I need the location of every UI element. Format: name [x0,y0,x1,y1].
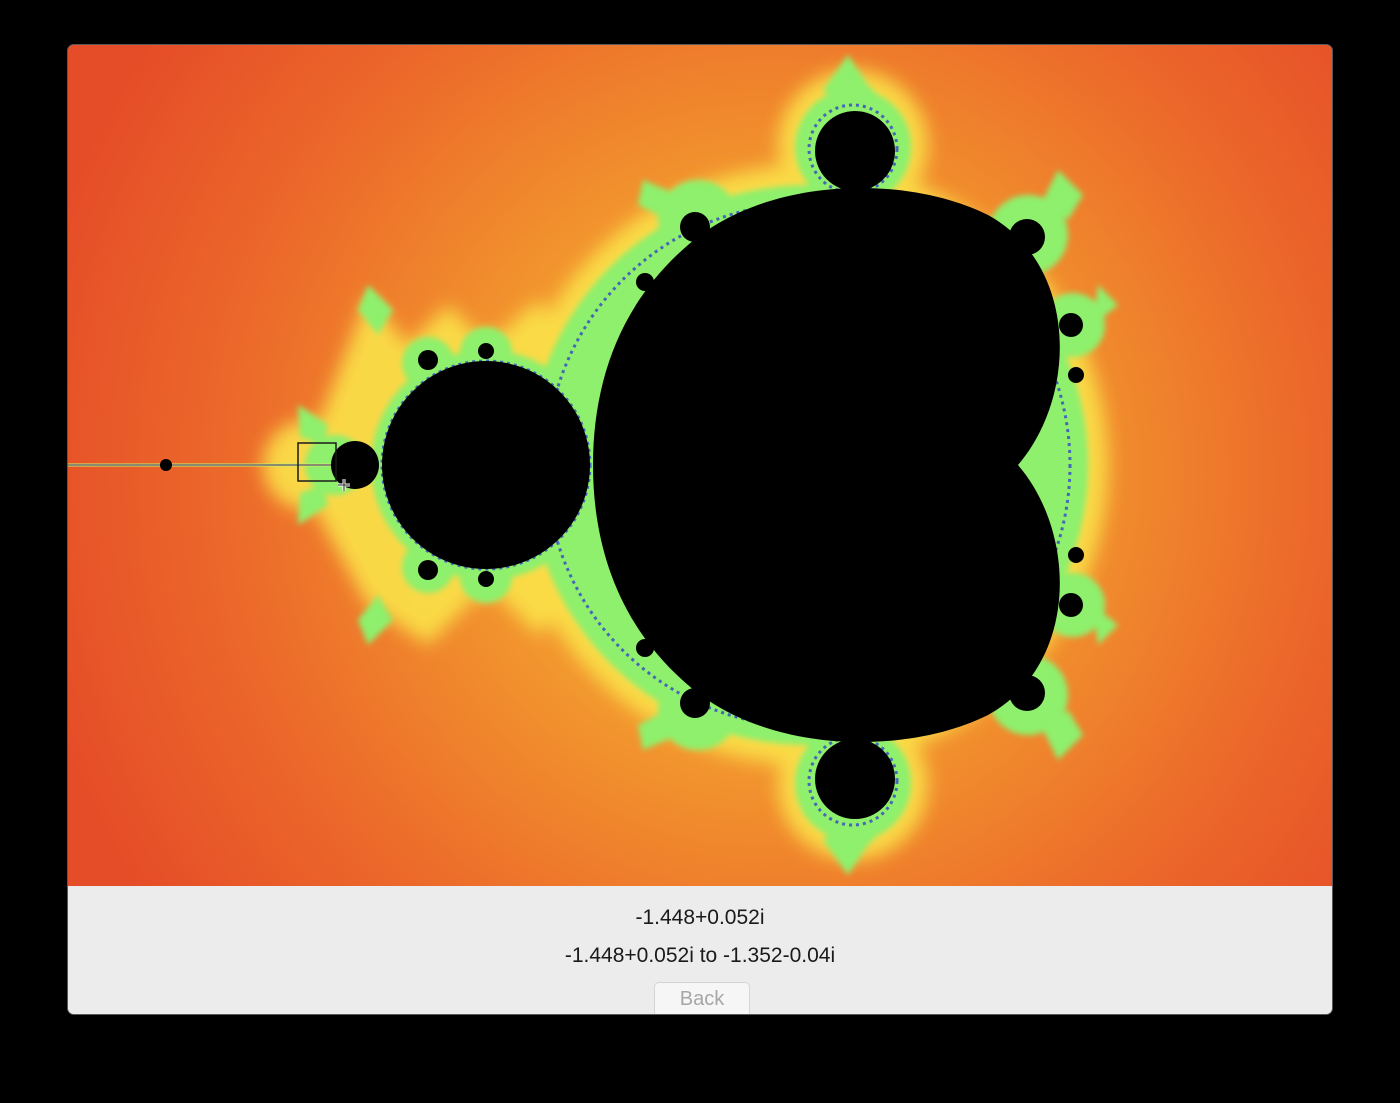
status-panel: -1.448+0.052i -1.448+0.052i to -1.352-0.… [68,886,1332,1014]
mandelbrot-canvas[interactable] [68,45,1332,886]
back-button[interactable]: Back [654,982,750,1014]
mandelbrot-window: -1.448+0.052i -1.448+0.052i to -1.352-0.… [68,45,1332,1014]
cursor-coordinate-label: -1.448+0.052i [635,906,765,929]
selection-range-label: -1.448+0.052i to -1.352-0.04i [564,944,836,967]
fractal-image [68,45,1332,886]
